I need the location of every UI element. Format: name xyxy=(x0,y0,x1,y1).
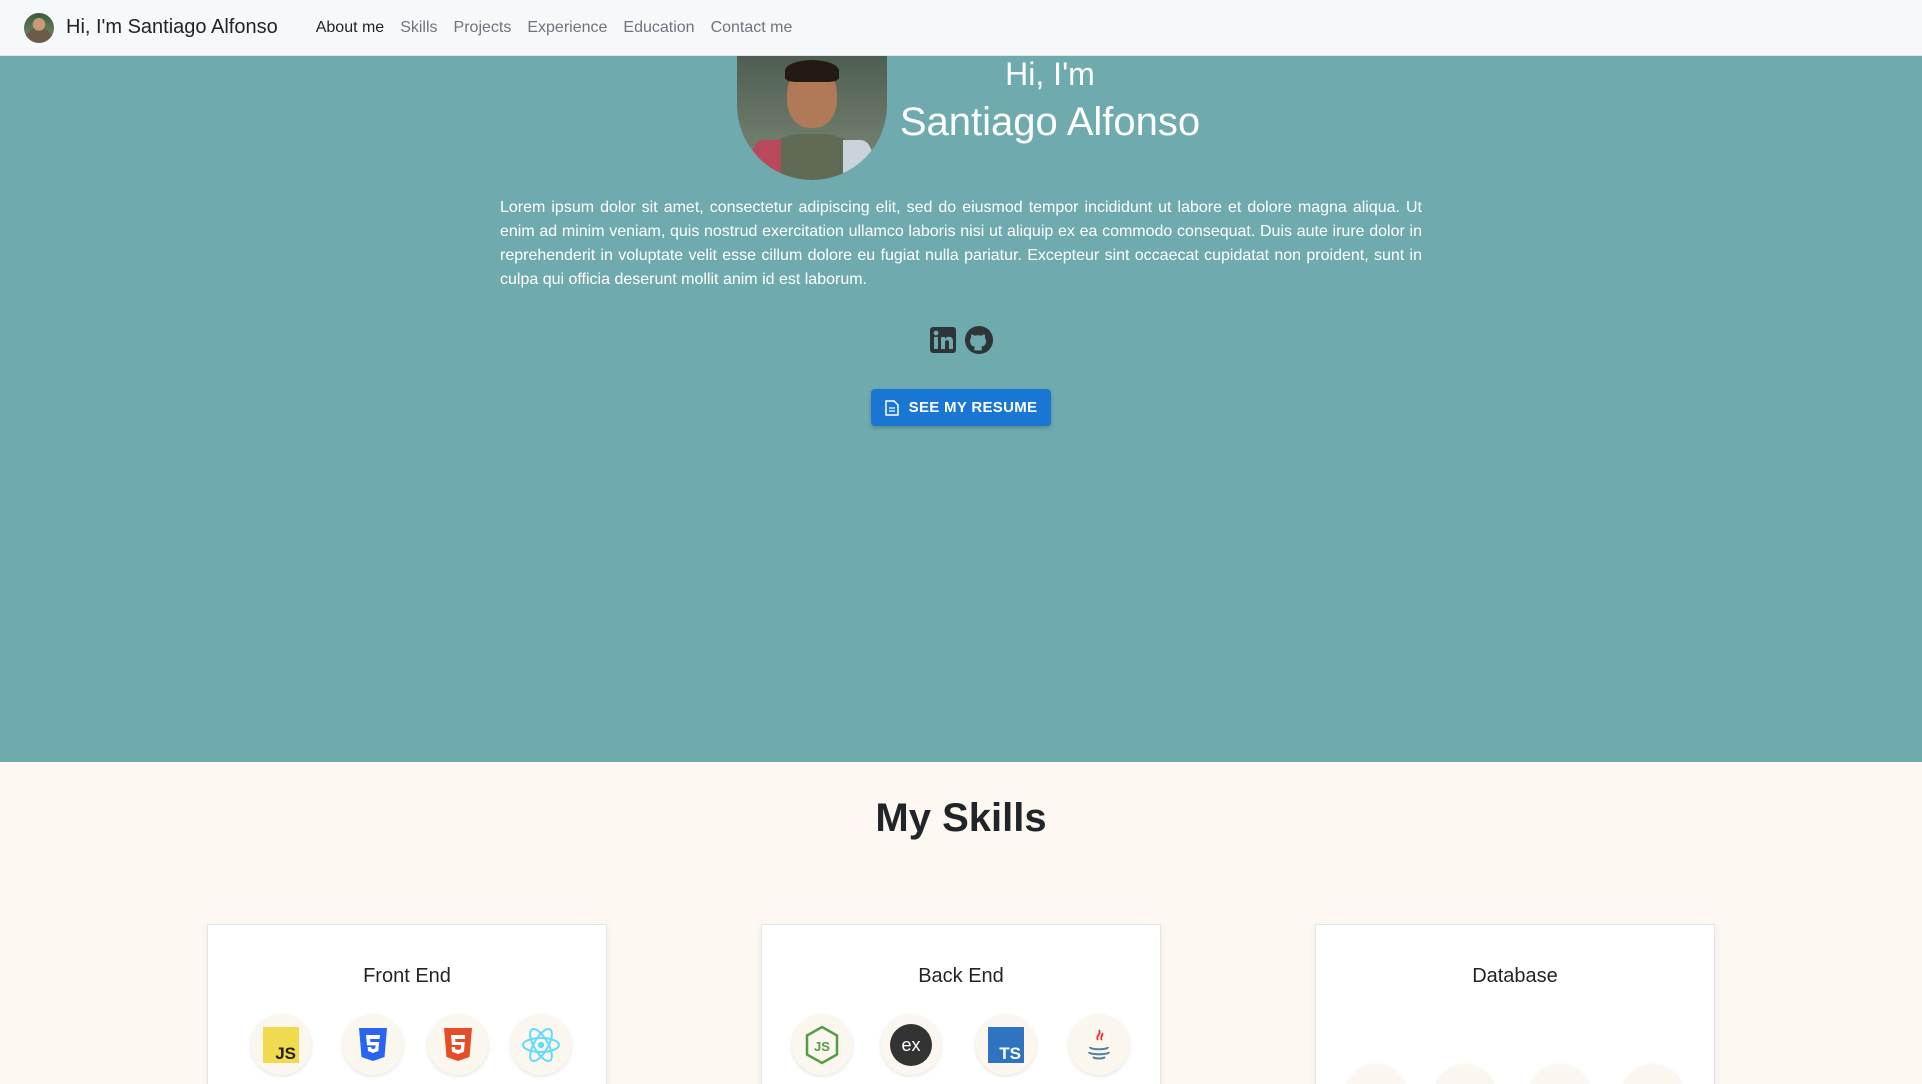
social-links xyxy=(928,324,1000,356)
react-icon xyxy=(511,1015,571,1075)
card-title: Database xyxy=(1472,965,1558,987)
hero-section: Hi, I'm Santiago Alfonso Lorem ipsum dol… xyxy=(0,56,1922,762)
typescript-icon: TS xyxy=(976,1015,1036,1075)
avatar xyxy=(24,12,54,43)
brand-title: Hi, I'm Santiago Alfonso xyxy=(66,16,278,38)
github-icon[interactable] xyxy=(964,324,994,356)
nodejs-icon: JS xyxy=(792,1015,852,1075)
document-icon xyxy=(884,399,899,416)
css3-icon xyxy=(343,1015,403,1075)
resume-button-label: SEE MY RESUME xyxy=(908,399,1038,416)
skill-card-front-end: Front End JS xyxy=(207,924,607,1084)
nav-links: About me Skills Projects Experience Educ… xyxy=(316,19,809,37)
mongodb-icon xyxy=(1346,1065,1406,1084)
nav-about-me[interactable]: About me xyxy=(316,19,384,37)
card-title: Front End xyxy=(363,965,451,987)
nav-contact-me[interactable]: Contact me xyxy=(711,19,793,37)
card-title: Back End xyxy=(918,965,1004,987)
hero-name: Santiago Alfonso xyxy=(899,100,1201,144)
express-icon: ex xyxy=(881,1015,941,1075)
hero-greeting: Hi, I'm xyxy=(1005,56,1095,92)
java-icon xyxy=(1069,1015,1129,1075)
brand[interactable]: Hi, I'm Santiago Alfonso xyxy=(24,12,278,43)
svg-text:JS: JS xyxy=(814,1039,830,1054)
js-label: JS xyxy=(275,1044,296,1063)
navbar: Hi, I'm Santiago Alfonso About me Skills… xyxy=(0,0,1922,56)
skills-title: My Skills xyxy=(875,796,1047,840)
nav-education[interactable]: Education xyxy=(623,19,694,37)
express-label: ex xyxy=(901,1035,920,1055)
ts-label: TS xyxy=(999,1044,1021,1063)
skill-card-database: Database xyxy=(1315,924,1715,1084)
nav-projects[interactable]: Projects xyxy=(454,19,512,37)
skill-card-back-end: Back End JS ex TS xyxy=(761,924,1161,1084)
postgresql-icon xyxy=(1623,1065,1683,1084)
javascript-icon: JS xyxy=(251,1015,311,1075)
hero-bio: Lorem ipsum dolor sit amet, consectetur … xyxy=(500,199,1422,288)
linkedin-icon[interactable] xyxy=(928,324,958,356)
mysql-icon xyxy=(1435,1065,1495,1084)
redis-icon xyxy=(1530,1065,1590,1084)
html5-icon xyxy=(428,1015,488,1075)
nav-skills[interactable]: Skills xyxy=(400,19,437,37)
nav-experience[interactable]: Experience xyxy=(527,19,607,37)
profile-photo xyxy=(737,56,887,180)
see-resume-button[interactable]: SEE MY RESUME xyxy=(871,389,1051,426)
